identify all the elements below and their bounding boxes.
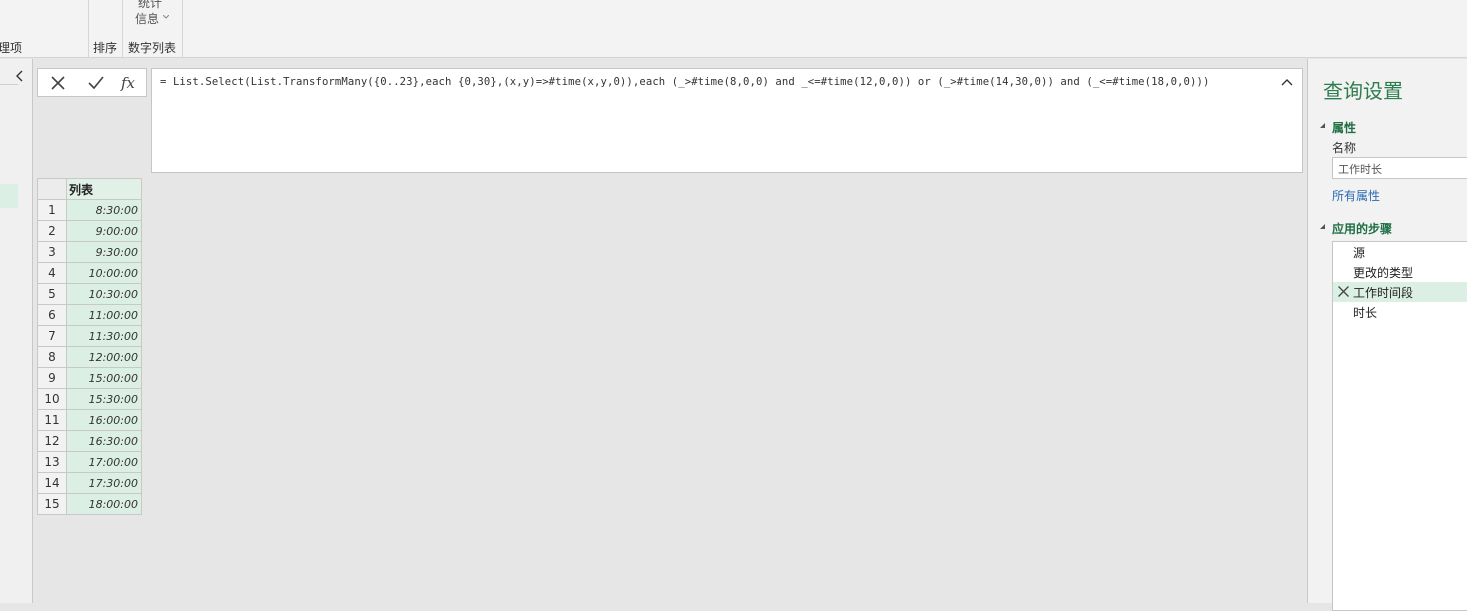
table-row[interactable]: 11 16:00:00 bbox=[37, 409, 142, 431]
properties-section-head[interactable]: 属性 bbox=[1332, 119, 1356, 136]
row-number[interactable]: 11 bbox=[37, 409, 67, 431]
divider bbox=[0, 84, 18, 85]
delete-step-icon[interactable] bbox=[1337, 285, 1350, 298]
table-row[interactable]: 9 15:00:00 bbox=[37, 367, 142, 389]
collapse-triangle-icon[interactable] bbox=[1320, 123, 1325, 128]
table-row[interactable]: 3 9:30:00 bbox=[37, 241, 142, 263]
ribbon-separator bbox=[88, 0, 89, 57]
row-number[interactable]: 1 bbox=[37, 199, 67, 221]
applied-step[interactable]: 更改的类型 bbox=[1333, 262, 1467, 282]
check-icon bbox=[88, 76, 104, 90]
ribbon-separator bbox=[182, 0, 183, 57]
cell-value[interactable]: 16:30:00 bbox=[66, 430, 142, 452]
table-row[interactable]: 2 9:00:00 bbox=[37, 220, 142, 242]
cancel-button[interactable] bbox=[47, 73, 69, 93]
cell-value[interactable]: 9:30:00 bbox=[66, 241, 142, 263]
row-number[interactable]: 13 bbox=[37, 451, 67, 473]
table-row[interactable]: 13 17:00:00 bbox=[37, 451, 142, 473]
column-header[interactable]: 列表 bbox=[66, 178, 142, 200]
row-number[interactable]: 12 bbox=[37, 430, 67, 452]
all-properties-link[interactable]: 所有属性 bbox=[1332, 187, 1380, 204]
row-number[interactable]: 15 bbox=[37, 493, 67, 515]
row-number[interactable]: 6 bbox=[37, 304, 67, 326]
table-row[interactable]: 12 16:30:00 bbox=[37, 430, 142, 452]
cell-value[interactable]: 11:00:00 bbox=[66, 304, 142, 326]
formula-bar-buttons: fx bbox=[37, 68, 147, 97]
table-row[interactable]: 4 10:00:00 bbox=[37, 262, 142, 284]
fx-icon[interactable]: fx bbox=[117, 73, 139, 93]
grid-corner[interactable] bbox=[37, 178, 67, 200]
applied-step-label: 更改的类型 bbox=[1353, 266, 1414, 280]
chevron-left-icon[interactable] bbox=[13, 69, 27, 83]
table-row[interactable]: 14 17:30:00 bbox=[37, 472, 142, 494]
cell-value[interactable]: 15:00:00 bbox=[66, 367, 142, 389]
row-number[interactable]: 14 bbox=[37, 472, 67, 494]
row-number[interactable]: 9 bbox=[37, 367, 67, 389]
row-number[interactable]: 7 bbox=[37, 325, 67, 347]
row-number[interactable]: 8 bbox=[37, 346, 67, 368]
formula-text[interactable]: = List.Select(List.TransformMany({0..23}… bbox=[160, 76, 1209, 88]
row-number[interactable]: 4 bbox=[37, 262, 67, 284]
table-row[interactable]: 10 15:30:00 bbox=[37, 388, 142, 410]
applied-step-label: 工作时间段 bbox=[1353, 286, 1414, 300]
applied-step-label: 时长 bbox=[1353, 306, 1378, 320]
cell-value[interactable]: 9:00:00 bbox=[66, 220, 142, 242]
selected-query-indicator[interactable] bbox=[0, 184, 18, 208]
row-number[interactable]: 2 bbox=[37, 220, 67, 242]
applied-step-label: 源 bbox=[1353, 246, 1366, 260]
cell-value[interactable]: 12:00:00 bbox=[66, 346, 142, 368]
applied-step[interactable]: 源 bbox=[1333, 242, 1467, 262]
collapse-triangle-icon[interactable] bbox=[1320, 224, 1325, 229]
ribbon-group-label-number-list: 数字列表 bbox=[128, 41, 177, 55]
cell-value[interactable]: 11:30:00 bbox=[66, 325, 142, 347]
cell-value[interactable]: 8:30:00 bbox=[66, 199, 142, 221]
pane-title: 查询设置 bbox=[1323, 79, 1403, 103]
name-label: 名称 bbox=[1332, 141, 1357, 155]
applied-steps-section-head[interactable]: 应用的步骤 bbox=[1332, 220, 1392, 237]
cell-value[interactable]: 10:30:00 bbox=[66, 283, 142, 305]
query-settings-pane: 查询设置 属性 名称 工作时长 所有属性 应用的步骤 源更改的类型工作时间段时长 bbox=[1307, 59, 1467, 611]
table-row[interactable]: 7 11:30:00 bbox=[37, 325, 142, 347]
formula-bar[interactable]: = List.Select(List.TransformMany({0..23}… bbox=[151, 68, 1303, 173]
row-number[interactable]: 10 bbox=[37, 388, 67, 410]
ribbon-group-label-truncated: 理项 bbox=[0, 41, 23, 55]
confirm-button[interactable] bbox=[85, 73, 107, 93]
cell-value[interactable]: 18:00:00 bbox=[66, 493, 142, 515]
cell-value[interactable]: 10:00:00 bbox=[66, 262, 142, 284]
query-name-input[interactable]: 工作时长 bbox=[1332, 157, 1467, 179]
applied-step[interactable]: 时长 bbox=[1333, 302, 1467, 322]
table-row[interactable]: 1 8:30:00 bbox=[37, 199, 142, 221]
chevron-down-icon bbox=[163, 15, 169, 19]
ribbon-group-label-sort: 排序 bbox=[93, 41, 118, 55]
row-number[interactable]: 3 bbox=[37, 241, 67, 263]
applied-steps-list: 源更改的类型工作时间段时长 bbox=[1332, 241, 1467, 611]
row-number[interactable]: 5 bbox=[37, 283, 67, 305]
applied-step[interactable]: 工作时间段 bbox=[1333, 282, 1467, 302]
table-row[interactable]: 8 12:00:00 bbox=[37, 346, 142, 368]
table-row[interactable]: 6 11:00:00 bbox=[37, 304, 142, 326]
cell-value[interactable]: 15:30:00 bbox=[66, 388, 142, 410]
ribbon-separator bbox=[122, 0, 123, 57]
ribbon: 理项 排序 统计 信息 数字列表 bbox=[0, 0, 1467, 58]
stats-button-label-line2: 信息 bbox=[135, 12, 160, 26]
close-icon bbox=[51, 76, 65, 90]
table-row[interactable]: 5 10:30:00 bbox=[37, 283, 142, 305]
cell-value[interactable]: 17:30:00 bbox=[66, 472, 142, 494]
data-grid: 列表 1 8:30:00 2 9:00:00 3 9:30:00 4 10:00:00 5 10:… bbox=[37, 178, 142, 515]
cell-value[interactable]: 17:00:00 bbox=[66, 451, 142, 473]
queries-pane-collapsed bbox=[0, 59, 33, 603]
stats-button[interactable]: 统计 信息 bbox=[130, 0, 174, 28]
cell-value[interactable]: 16:00:00 bbox=[66, 409, 142, 431]
chevron-up-icon[interactable] bbox=[1280, 76, 1294, 90]
table-row[interactable]: 15 18:00:00 bbox=[37, 493, 142, 515]
